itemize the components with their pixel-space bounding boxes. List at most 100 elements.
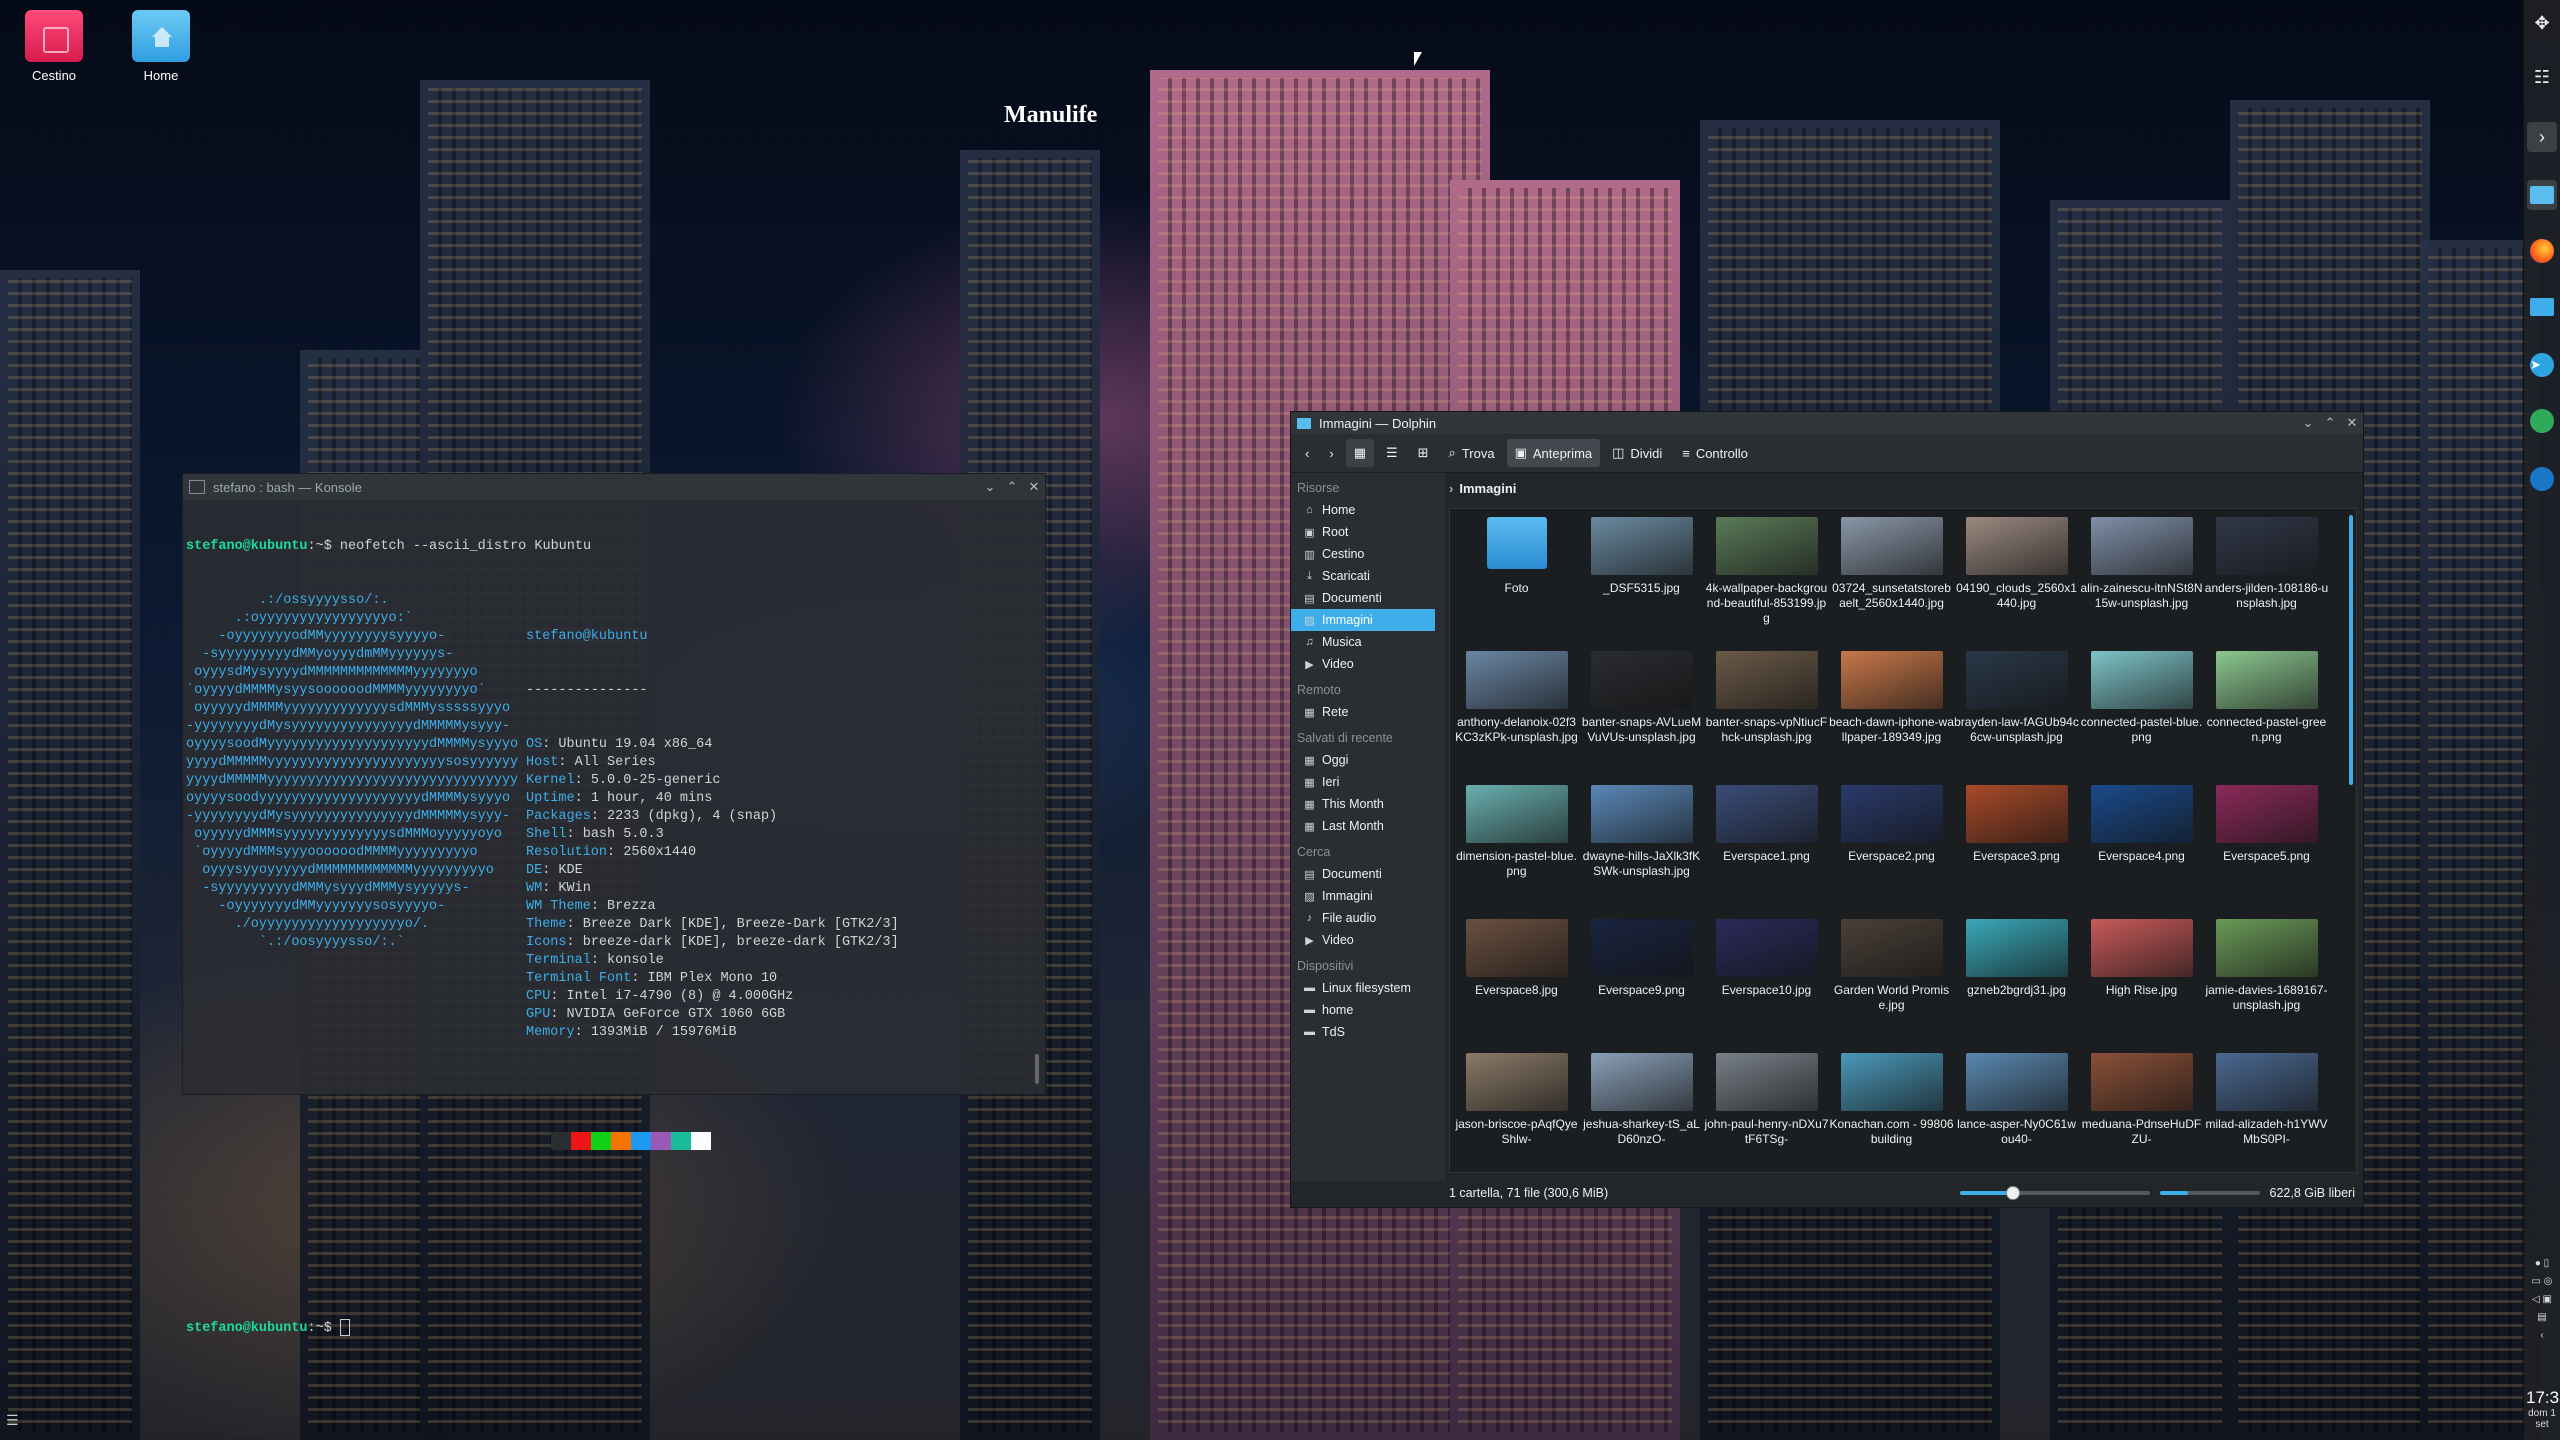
telegram-launcher[interactable]: ➤ [2527, 350, 2557, 380]
places-item[interactable]: ♫ Musica [1291, 631, 1445, 653]
scrollbar[interactable] [2349, 515, 2353, 785]
dolphin-window[interactable]: Immagini — Dolphin ⌄ ⌃ ✕ ‹ › ▦ ☰ ⊞ ⌕ Trov… [1290, 411, 2364, 1208]
details-view-button[interactable]: ⊞ [1410, 439, 1437, 467]
places-item[interactable]: ▬ Linux filesystem [1291, 977, 1445, 999]
show-desktop-button[interactable]: ☰ [6, 1412, 19, 1429]
split-button[interactable]: ◫ Dividi [1604, 439, 1670, 467]
file-item[interactable]: Everspace8.jpg [1454, 919, 1579, 1047]
mail-launcher[interactable] [2527, 292, 2557, 322]
places-item[interactable]: ▦ Last Month [1291, 815, 1445, 837]
file-item[interactable]: meduana-PdnseHuDFZU- [2079, 1053, 2204, 1172]
file-item[interactable]: dwayne-hills-JaXlk3fKSWk-unsplash.jpg [1579, 785, 1704, 913]
konsole-titlebar[interactable]: stefano : bash — Konsole ⌄ ⌃ ✕ [183, 474, 1045, 500]
file-item[interactable]: connected-pastel-green.png [2204, 651, 2329, 779]
file-item[interactable]: john-paul-henry-nDXu7tF6TSg- [1704, 1053, 1829, 1172]
zoom-slider-handle[interactable] [2005, 1186, 2020, 1200]
places-item[interactable]: ▶ Video [1291, 653, 1445, 675]
file-item[interactable]: Everspace2.png [1829, 785, 1954, 913]
places-item[interactable]: ▣ Root [1291, 521, 1445, 543]
file-item[interactable]: 03724_sunsetatstorebaelt_2560x1440.jpg [1829, 517, 1954, 645]
find-button[interactable]: ⌕ Trova [1441, 439, 1503, 467]
forward-button[interactable]: › [1321, 439, 1341, 467]
file-item[interactable]: jamie-davies-1689167-unsplash.jpg [2204, 919, 2329, 1047]
places-item[interactable]: ▥ Cestino [1291, 543, 1445, 565]
file-item[interactable]: dimension-pastel-blue.png [1454, 785, 1579, 913]
close-icon[interactable]: ✕ [1023, 479, 1045, 495]
back-button[interactable]: ‹ [1297, 439, 1317, 467]
file-item[interactable]: Everspace1.png [1704, 785, 1829, 913]
file-item[interactable]: gzneb2bgrdj31.jpg [1954, 919, 2079, 1047]
dolphin-task-button[interactable] [2527, 180, 2557, 210]
file-item[interactable]: jeshua-sharkey-tS_aLD60nzO- [1579, 1053, 1704, 1172]
file-item[interactable]: brayden-law-fAGUb94c6cw-unsplash.jpg [1954, 651, 2079, 779]
file-item[interactable]: High Rise.jpg [2079, 919, 2204, 1047]
file-item[interactable]: jason-briscoe-pAqfQyeShlw- [1454, 1053, 1579, 1172]
desktop-icon-home[interactable]: Home [116, 10, 206, 83]
file-item[interactable]: _DSF5315.jpg [1579, 517, 1704, 645]
close-icon[interactable]: ✕ [2341, 415, 2363, 431]
file-item[interactable]: lance-asper-Ny0C61wou40- [1954, 1053, 2079, 1172]
compact-view-button[interactable]: ☰ [1378, 439, 1406, 467]
places-item[interactable]: ⌂ Home [1291, 499, 1445, 521]
konsole-window[interactable]: stefano : bash — Konsole ⌄ ⌃ ✕ stefano@k… [182, 473, 1046, 1336]
places-item[interactable]: ▦ This Month [1291, 793, 1445, 815]
icons-view-button[interactable]: ▦ [1345, 439, 1374, 467]
places-item[interactable]: ▨ Immagini [1291, 609, 1435, 631]
steam-launcher[interactable] [2527, 464, 2557, 494]
display-icon[interactable]: ▭ [2532, 1276, 2541, 1287]
file-item[interactable]: 04190_clouds_2560x1440.jpg [1954, 517, 2079, 645]
desktop-icon-trash[interactable]: Cestino [9, 10, 99, 83]
file-item[interactable]: anthony-delanoix-02f3KC3zKPk-unsplash.jp… [1454, 651, 1579, 779]
konsole-task-button[interactable]: › [2527, 122, 2557, 152]
places-item[interactable]: ▤ Documenti [1291, 863, 1445, 885]
file-item[interactable]: Garden World Promise.jpg [1829, 919, 1954, 1047]
file-item[interactable]: Everspace5.png [2204, 785, 2329, 913]
file-item[interactable]: milad-alizadeh-h1YWVMbS0PI- [2204, 1053, 2329, 1172]
file-item[interactable]: alin-zainescu-itnNSt8N15w-unsplash.jpg [2079, 517, 2204, 645]
steam-tray-icon[interactable]: ● [2535, 1258, 2541, 1269]
minimize-icon[interactable]: ⌄ [979, 479, 1001, 495]
file-item[interactable]: Foto [1454, 517, 1579, 645]
places-item[interactable]: ♪ File audio [1291, 907, 1445, 929]
firefox-launcher[interactable] [2527, 236, 2557, 266]
digital-clock[interactable]: 17:38 dom 1 set [2526, 1388, 2560, 1430]
control-button[interactable]: ≡ Controllo [1674, 439, 1756, 467]
breadcrumb[interactable]: › Immagini [1449, 481, 1516, 496]
places-item[interactable]: ▤ Documenti [1291, 587, 1445, 609]
app-launcher-green[interactable] [2527, 406, 2557, 436]
zoom-slider[interactable] [1959, 1186, 2150, 1200]
network-tray-icon[interactable]: ▣ [2543, 1294, 2552, 1305]
places-item[interactable]: ▬ TdS [1291, 1021, 1445, 1043]
places-item[interactable]: ⤓ Scaricati [1291, 565, 1445, 587]
clipboard-icon[interactable]: ▤ [2537, 1312, 2546, 1323]
file-item[interactable]: anders-jilden-108186-unsplash.jpg [2204, 517, 2329, 645]
file-item[interactable]: beach-dawn-iphone-wallpaper-189349.jpg [1829, 651, 1954, 779]
places-item[interactable]: ▦ Rete [1291, 701, 1445, 723]
power-icon[interactable]: ◎ [2544, 1276, 2553, 1287]
panel-settings-button[interactable]: ☷ [2527, 62, 2557, 92]
file-item[interactable]: 4k-wallpaper-background-beautiful-853199… [1704, 517, 1829, 645]
file-item[interactable]: banter-snaps-vpNtiucFhck-unsplash.jpg [1704, 651, 1829, 779]
maximize-icon[interactable]: ⌃ [2319, 415, 2341, 431]
file-item[interactable]: Everspace4.png [2079, 785, 2204, 913]
app-launcher-button[interactable]: ✥ [2527, 8, 2557, 38]
places-item[interactable]: ▨ Immagini [1291, 885, 1445, 907]
file-item[interactable]: connected-pastel-blue.png [2079, 651, 2204, 779]
file-view[interactable]: Foto _DSF5315.jpg 4k-wallpaper-background-… [1449, 508, 2357, 1173]
breadcrumb-current[interactable]: Immagini [1459, 481, 1516, 496]
places-item[interactable]: ▬ home [1291, 999, 1445, 1021]
volume-icon[interactable]: ◁ [2532, 1294, 2540, 1305]
file-item[interactable]: Everspace10.jpg [1704, 919, 1829, 1047]
places-item[interactable]: ▦ Oggi [1291, 749, 1445, 771]
expand-tray-icon[interactable]: ‹ [2540, 1330, 2543, 1341]
preview-button[interactable]: ▣ Anteprima [1506, 439, 1601, 467]
scrollbar[interactable] [1035, 1054, 1039, 1084]
places-item[interactable]: ▦ Ieri [1291, 771, 1445, 793]
file-item[interactable]: banter-snaps-AVLueMVuVUs-unsplash.jpg [1579, 651, 1704, 779]
minimize-icon[interactable]: ⌄ [2297, 415, 2319, 431]
dolphin-titlebar[interactable]: Immagini — Dolphin ⌄ ⌃ ✕ [1291, 412, 2363, 434]
maximize-icon[interactable]: ⌃ [1001, 479, 1023, 495]
terminal-output[interactable]: stefano@kubuntu:~$ neofetch --ascii_dist… [183, 500, 1045, 1376]
battery-icon[interactable]: ▯ [2544, 1258, 2550, 1269]
file-item[interactable]: Everspace3.png [1954, 785, 2079, 913]
